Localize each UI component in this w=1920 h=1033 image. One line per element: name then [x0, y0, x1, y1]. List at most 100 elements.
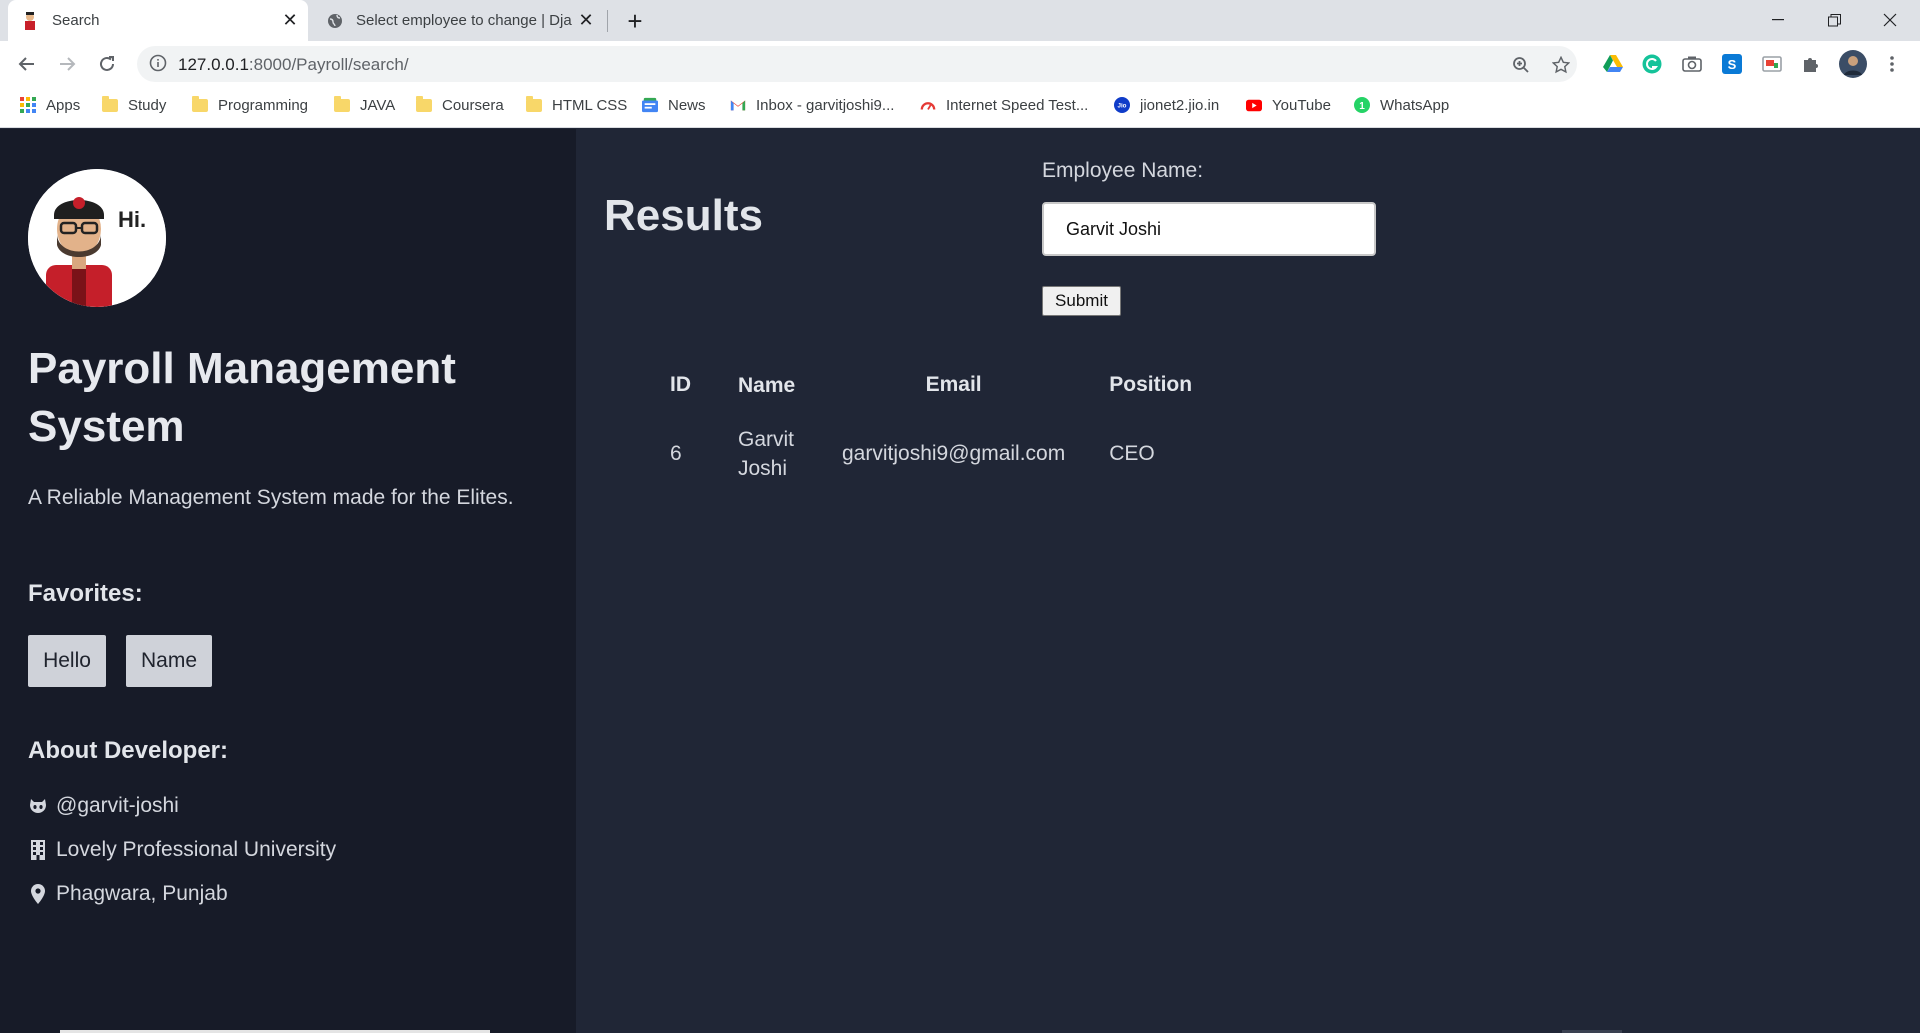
table-row: 6 Garvit Joshi garvitjoshi9@gmail.com CEO [648, 411, 1214, 497]
folder-icon [102, 95, 118, 113]
tab-title: Search [52, 12, 100, 29]
table-header-row: ID Name Email Position [648, 359, 1214, 411]
github-handle: @garvit-joshi [56, 794, 179, 817]
tab-django-admin[interactable]: Select employee to change | Django ✕ [312, 0, 604, 41]
youtube-icon [1246, 97, 1262, 113]
bookmark-youtube[interactable]: YouTube [1246, 88, 1331, 122]
site-title: Payroll Management System [28, 344, 456, 451]
bookmarks-bar: Apps Study Programming JAVA Coursera HTM… [0, 88, 1920, 128]
about-location: Phagwara, Punjab [28, 882, 228, 906]
location-text: Phagwara, Punjab [56, 882, 228, 905]
column-header-id: ID [670, 373, 691, 396]
jio-icon: Jio [1114, 97, 1130, 113]
bookmark-study[interactable]: Study [102, 88, 166, 122]
bookmark-label: Internet Speed Test... [946, 96, 1089, 114]
favorite-hello-button[interactable]: Hello [28, 635, 106, 687]
page-content: Hi. Payroll Management System A Reliable… [0, 129, 1920, 1033]
bookmark-label: WhatsApp [1380, 96, 1450, 114]
sidebar: Hi. Payroll Management System A Reliable… [0, 129, 576, 1033]
bookmark-label: HTML CSS [552, 96, 628, 114]
svg-text:Jio: Jio [1118, 103, 1127, 110]
submit-button[interactable]: Submit [1042, 286, 1121, 316]
profile-avatar-icon[interactable] [1838, 49, 1868, 79]
speedometer-icon [920, 97, 936, 113]
about-university: Lovely Professional University [28, 838, 336, 862]
favorite-name-button[interactable]: Name [126, 635, 212, 687]
bookmark-label: Programming [218, 96, 309, 114]
bookmark-coursera[interactable]: Coursera [416, 88, 504, 122]
favorites-heading: Favorites: [28, 580, 143, 607]
bookmark-label: News [668, 96, 706, 114]
tab-separator [607, 10, 608, 32]
building-icon [28, 839, 48, 861]
employee-name-label: Employee Name: [1042, 159, 1204, 182]
bookmark-whatsapp[interactable]: 1 WhatsApp [1354, 88, 1449, 122]
cell-position: CEO [1109, 442, 1155, 465]
bookmark-label: JAVA [360, 96, 396, 114]
main-content: Results Employee Name: Submit ID Name Em… [576, 129, 1920, 1033]
close-tab-icon[interactable]: ✕ [572, 7, 600, 35]
gmail-icon [730, 97, 746, 113]
site-tagline: A Reliable Management System made for th… [28, 486, 514, 509]
bookmark-jionet[interactable]: Jio jionet2.jio.in [1114, 88, 1219, 122]
forward-arrow-icon[interactable] [52, 49, 82, 79]
bookmark-label: Inbox - garvitjoshi9... [756, 96, 895, 114]
cell-name-first: Garvit [738, 428, 795, 451]
folder-icon [416, 95, 432, 113]
about-developer-heading: About Developer: [28, 737, 229, 764]
bookmark-speed-test[interactable]: Internet Speed Test... [920, 88, 1088, 122]
bookmark-java[interactable]: JAVA [334, 88, 395, 122]
url-path: :8000/Payroll/search/ [248, 55, 409, 74]
back-arrow-icon[interactable] [12, 49, 42, 79]
avatar-greeting: Hi. [118, 207, 146, 232]
bookmark-label: Apps [46, 96, 81, 114]
bitmoji-favicon-icon [22, 11, 40, 30]
close-tab-icon[interactable]: ✕ [276, 7, 304, 35]
url-text: 127.0.0.1:8000/Payroll/search/ [178, 55, 409, 75]
column-header-name: Name [738, 373, 796, 397]
grammarly-icon[interactable] [1640, 52, 1664, 76]
chrome-menu-kebab-icon[interactable] [1880, 52, 1904, 76]
minimize-window-icon[interactable] [1750, 0, 1806, 40]
map-marker-icon [28, 883, 48, 905]
screenshot-camera-icon[interactable] [1680, 52, 1704, 76]
new-tab-plus-icon[interactable]: + [620, 6, 650, 36]
employee-name-input[interactable] [1042, 202, 1376, 256]
extensions-puzzle-icon[interactable] [1799, 52, 1823, 76]
folder-icon [334, 95, 350, 113]
bookmark-html-css[interactable]: HTML CSS [526, 88, 627, 122]
address-bar[interactable]: 127.0.0.1:8000/Payroll/search/ [137, 46, 1577, 82]
results-table: ID Name Email Position 6 Garvit Joshi gar… [648, 359, 1214, 497]
url-host: 127.0.0.1 [178, 55, 249, 74]
site-info-icon[interactable] [149, 54, 167, 77]
folder-icon [192, 95, 208, 113]
bookmark-label: Coursera [442, 96, 504, 114]
university-name: Lovely Professional University [56, 838, 337, 861]
zoom-magnifier-icon[interactable] [1510, 54, 1532, 76]
bookmark-label: Study [128, 96, 167, 114]
whatsapp-icon: 1 [1354, 97, 1370, 113]
results-heading: Results [604, 191, 763, 240]
cast-media-icon[interactable] [1760, 52, 1784, 76]
bookmark-label: jionet2.jio.in [1140, 96, 1220, 114]
restore-window-icon[interactable] [1806, 0, 1862, 40]
cell-name: Garvit Joshi [716, 411, 820, 497]
apps-grid-icon [20, 97, 36, 113]
bookmark-label: YouTube [1272, 96, 1331, 114]
reload-icon[interactable] [92, 49, 122, 79]
column-header-position: Position [1109, 373, 1193, 396]
tab-search[interactable]: Search ✕ [8, 0, 308, 41]
bookmark-apps[interactable]: Apps [20, 88, 80, 122]
folder-icon [526, 95, 542, 113]
bookmark-news[interactable]: News [642, 88, 706, 122]
bookmark-gmail-inbox[interactable]: Inbox - garvitjoshi9... [730, 88, 894, 122]
google-drive-icon[interactable] [1601, 52, 1625, 76]
bookmark-programming[interactable]: Programming [192, 88, 308, 122]
browser-toolbar: 127.0.0.1:8000/Payroll/search/ S [0, 41, 1920, 88]
bookmark-star-icon[interactable] [1550, 54, 1572, 76]
column-header-email: Email [925, 373, 982, 396]
close-window-icon[interactable] [1862, 0, 1918, 40]
cell-email: garvitjoshi9@gmail.com [842, 442, 1066, 465]
skype-s-icon[interactable]: S [1720, 52, 1744, 76]
tab-title: Select employee to change | Django [356, 12, 572, 29]
